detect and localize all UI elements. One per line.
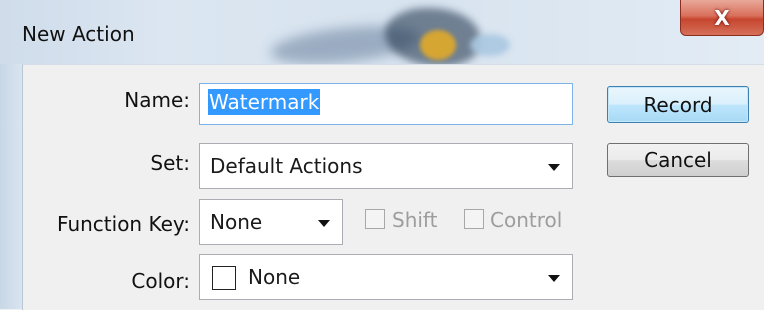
record-button-label: Record — [643, 92, 713, 117]
cancel-button-label: Cancel — [644, 148, 712, 172]
background-blur — [420, 30, 456, 60]
set-select-value: Default Actions — [210, 154, 363, 178]
window-title: New Action — [22, 22, 135, 46]
chevron-down-icon — [548, 275, 560, 282]
shift-checkbox[interactable] — [365, 209, 385, 229]
window-frame — [0, 64, 22, 309]
color-label: Color: — [131, 269, 190, 293]
cancel-button[interactable]: Cancel — [607, 143, 749, 177]
control-label: Control — [490, 208, 563, 232]
close-button[interactable]: X — [680, 0, 764, 36]
title-bar: New Action X — [0, 0, 764, 64]
chevron-down-icon — [318, 220, 330, 227]
name-input[interactable]: Watermark — [199, 83, 573, 125]
color-select-value: None — [248, 265, 301, 289]
name-label: Name: — [124, 88, 190, 112]
dialog-body: Name: Watermark Set: Default Actions Fun… — [22, 64, 764, 310]
chevron-down-icon — [548, 164, 560, 171]
control-checkbox[interactable] — [464, 209, 484, 229]
record-button[interactable]: Record — [607, 86, 749, 123]
function-key-label: Function Key: — [57, 212, 190, 236]
close-icon: X — [714, 5, 730, 30]
color-select[interactable]: None — [199, 254, 573, 300]
set-label: Set: — [150, 151, 190, 175]
function-key-select-value: None — [210, 210, 263, 234]
background-blur — [470, 34, 510, 56]
shift-label: Shift — [392, 208, 438, 232]
name-input-value: Watermark — [208, 89, 321, 115]
function-key-select[interactable]: None — [199, 199, 343, 245]
set-select[interactable]: Default Actions — [199, 143, 573, 189]
color-swatch — [212, 266, 236, 290]
